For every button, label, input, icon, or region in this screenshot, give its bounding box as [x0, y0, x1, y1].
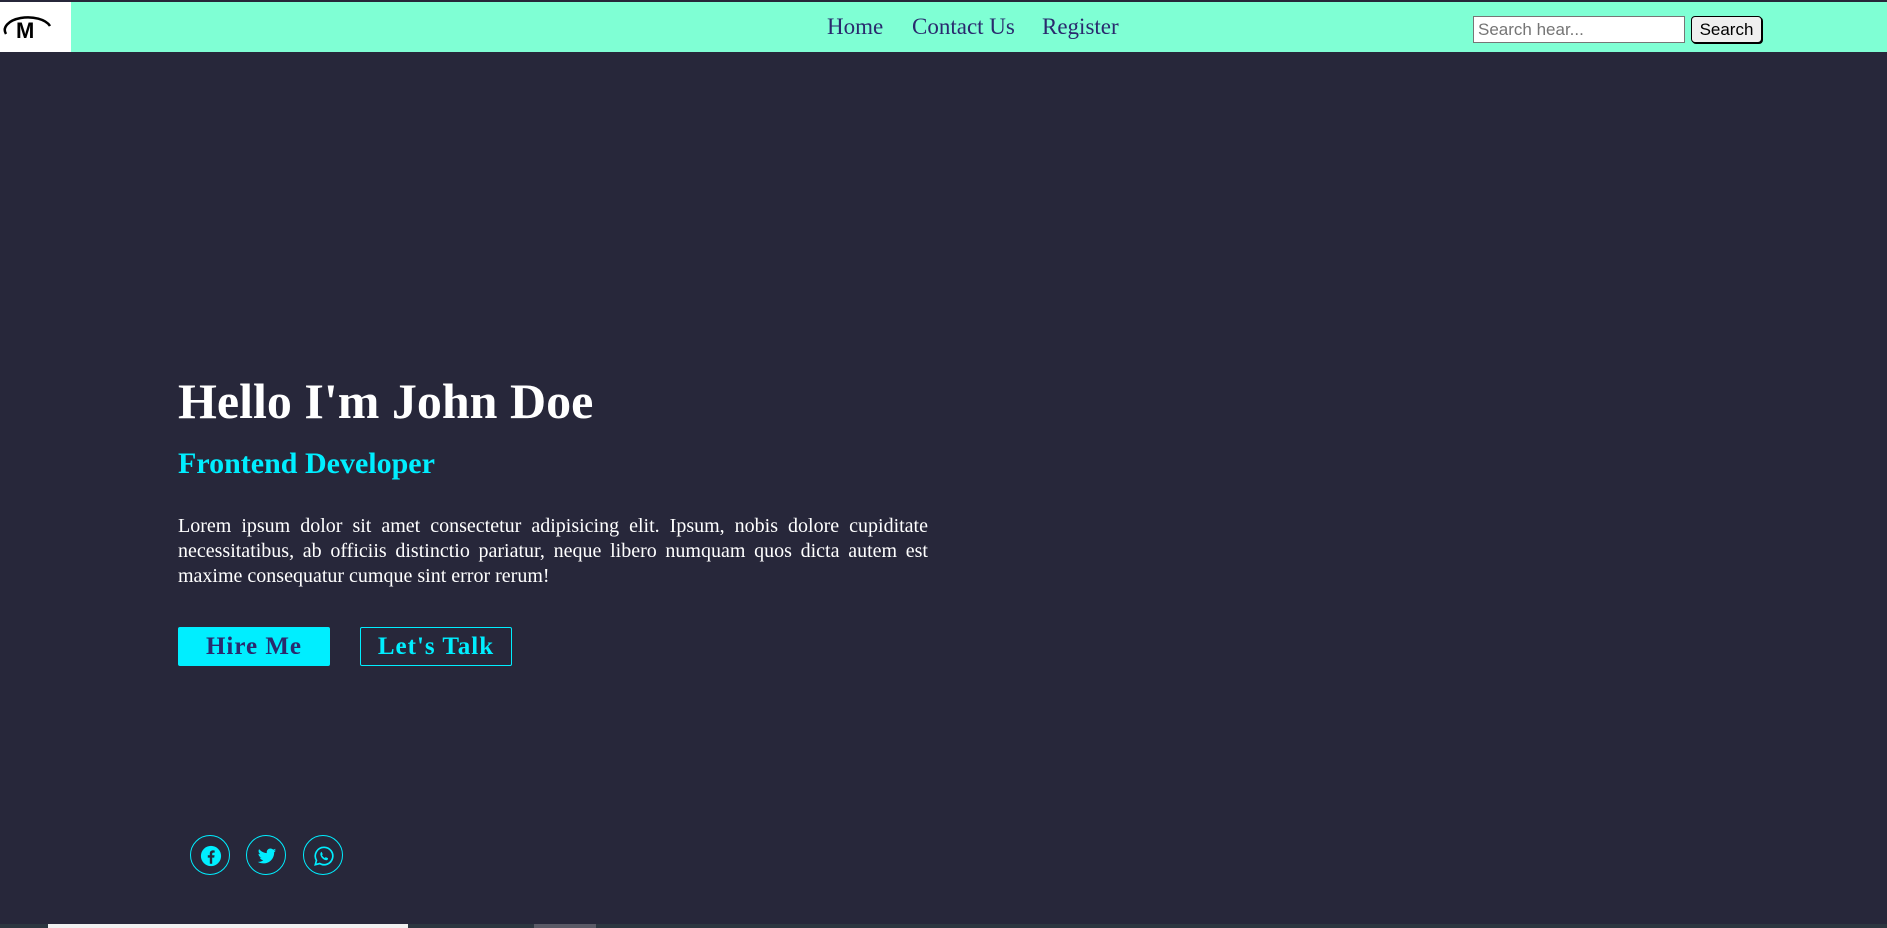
hero-title: Hello I'm John Doe	[178, 373, 594, 429]
hero-description: Lorem ipsum dolor sit amet consectetur a…	[178, 515, 928, 587]
scrollbar-thumb[interactable]	[48, 924, 408, 928]
search-input[interactable]	[1473, 16, 1685, 43]
whatsapp-icon	[314, 846, 334, 866]
hero-subtitle: Frontend Developer	[178, 447, 435, 480]
whatsapp-link[interactable]	[303, 835, 343, 875]
nav-link-home[interactable]: Home	[827, 15, 883, 38]
lets-talk-button[interactable]: Let's Talk	[360, 627, 512, 666]
facebook-icon	[200, 845, 222, 867]
twitter-icon	[257, 848, 277, 864]
twitter-link[interactable]	[246, 835, 286, 875]
nav-link-contact[interactable]: Contact Us	[912, 15, 1015, 38]
scrollbar-marker	[534, 924, 596, 928]
navbar: M Home Contact Us Register Search	[0, 2, 1887, 52]
search-button[interactable]: Search	[1691, 16, 1762, 43]
hire-me-button[interactable]: Hire Me	[178, 627, 330, 666]
nav-link-register[interactable]: Register	[1042, 15, 1119, 38]
facebook-link[interactable]	[190, 835, 230, 875]
